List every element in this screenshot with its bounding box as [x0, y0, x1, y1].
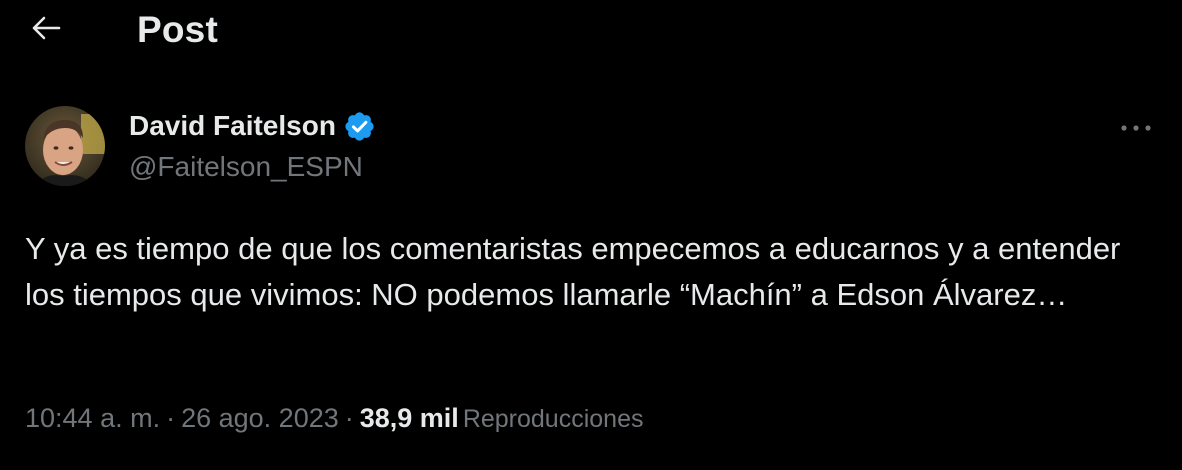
meta-separator: ·: [166, 403, 176, 433]
author-handle[interactable]: @Faitelson_ESPN: [129, 149, 363, 185]
views-count: 38,9 mil: [359, 403, 459, 433]
tweet-date[interactable]: 26 ago. 2023: [181, 403, 339, 433]
avatar-photo: [25, 106, 105, 186]
tweet-meta: 10:44 a. m. · 26 ago. 2023 · 38,9 mil Reprodu…: [25, 400, 643, 437]
views-label: Reproducciones: [462, 405, 644, 433]
author-name-row[interactable]: David Faitelson: [129, 108, 376, 144]
post-header: Post: [0, 0, 1182, 62]
more-options-button[interactable]: [1116, 108, 1156, 148]
author-name: David Faitelson: [129, 110, 336, 141]
more-horizontal-icon: [1120, 119, 1152, 137]
meta-separator: ·: [344, 403, 354, 433]
avatar[interactable]: [25, 106, 105, 186]
tweet-time[interactable]: 10:44 a. m.: [25, 403, 160, 433]
tweet-text: Y ya es tiempo de que los comentaristas …: [25, 231, 1121, 312]
arrow-left-icon: [31, 16, 61, 45]
back-button[interactable]: [24, 8, 68, 52]
page-title: Post: [137, 9, 218, 50]
verified-badge-icon[interactable]: [343, 110, 376, 143]
